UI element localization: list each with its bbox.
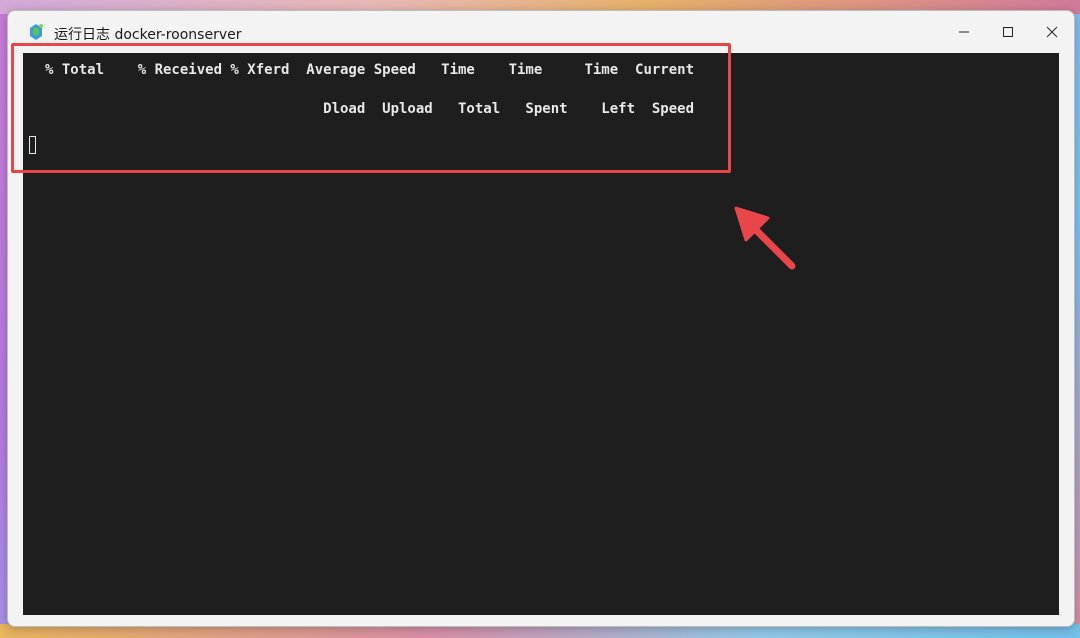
minimize-icon: [959, 31, 969, 33]
docker-app-icon: [30, 24, 43, 40]
minimize-button[interactable]: [942, 19, 986, 45]
annotation-arrow-icon: [734, 206, 796, 270]
maximize-button[interactable]: [986, 19, 1030, 45]
maximize-icon: [1003, 27, 1013, 37]
window-title: 运行日志 docker-roonserver: [54, 27, 242, 43]
close-button[interactable]: [1030, 19, 1074, 45]
close-icon: [1046, 26, 1058, 38]
annotation-highlight-box: [11, 43, 731, 173]
